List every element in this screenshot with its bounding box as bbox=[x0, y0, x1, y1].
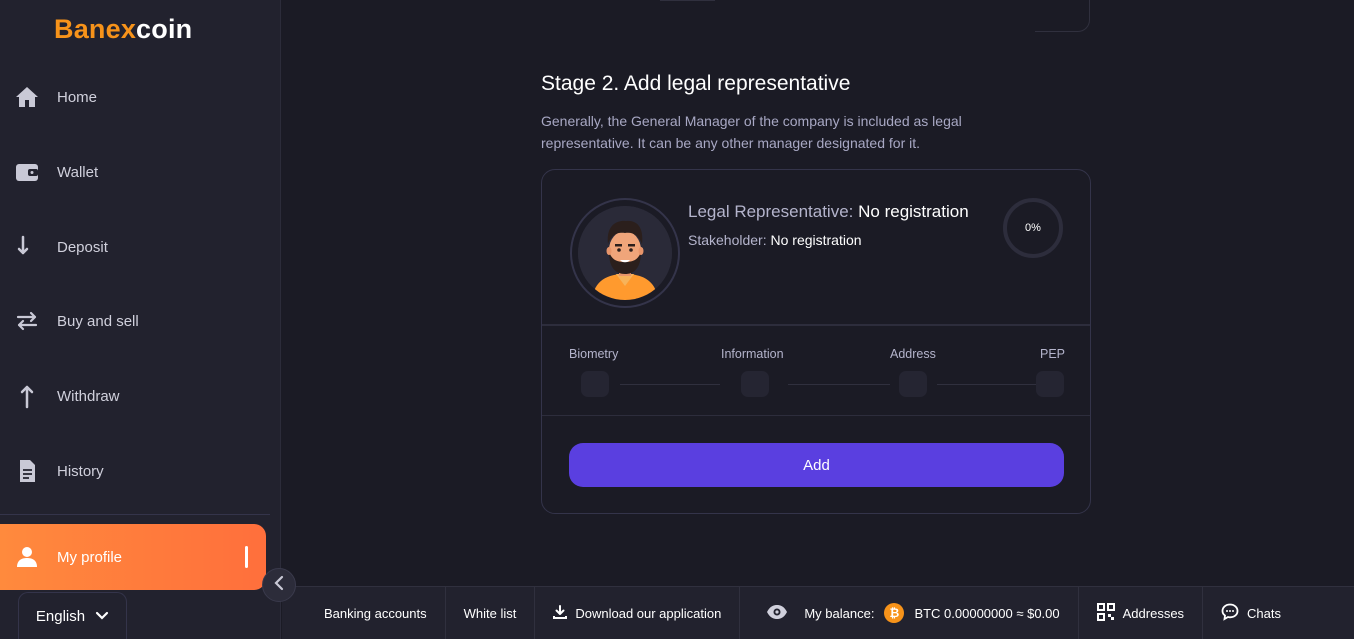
sidebar-item-deposit[interactable]: Deposit bbox=[0, 223, 270, 271]
card-divider bbox=[542, 415, 1090, 416]
language-label: English bbox=[35, 607, 86, 625]
balance-value: BTC 0.00000000 ≈ $0.00 bbox=[914, 605, 1060, 621]
step-label-address: Address bbox=[890, 347, 936, 361]
download-label: Download our application bbox=[575, 605, 722, 621]
step-label-pep: PEP bbox=[1040, 347, 1066, 361]
sidebar-item-label: Deposit bbox=[57, 238, 108, 256]
sidebar-item-label: My profile bbox=[57, 548, 123, 566]
bitcoin-icon: ₿ bbox=[884, 603, 905, 623]
download-app-link[interactable]: Download our application bbox=[535, 586, 741, 639]
sidebar-item-wallet[interactable]: Wallet bbox=[0, 148, 270, 196]
avatar bbox=[578, 206, 672, 300]
step-label-biometry: Biometry bbox=[569, 347, 619, 361]
addresses-label: Addresses bbox=[1122, 605, 1185, 621]
sidebar-divider bbox=[0, 514, 270, 515]
sidebar-item-label: Wallet bbox=[57, 163, 99, 181]
step-connector bbox=[620, 384, 720, 385]
chats-label: Chats bbox=[1247, 605, 1282, 621]
step-indicator-pep bbox=[1036, 371, 1064, 397]
stake-label: Stakeholder: bbox=[688, 232, 767, 248]
sidebar-item-my-profile[interactable]: My profile bbox=[0, 524, 266, 590]
step-indicator-information bbox=[741, 371, 769, 397]
home-icon bbox=[14, 84, 40, 110]
addresses-link[interactable]: Addresses bbox=[1079, 586, 1204, 639]
card-divider bbox=[542, 324, 1090, 326]
sidebar-item-history[interactable]: History bbox=[0, 447, 270, 495]
avatar-illustration bbox=[578, 206, 672, 300]
rep-label: Legal Representative: bbox=[688, 202, 854, 221]
logo[interactable]: Banex coin bbox=[54, 14, 192, 45]
white-list-label: White list bbox=[463, 605, 517, 621]
add-representative-button[interactable]: Add bbox=[569, 443, 1064, 487]
swap-arrows-icon bbox=[14, 308, 40, 334]
step-indicator-address bbox=[899, 371, 927, 397]
sidebar-item-label: Home bbox=[57, 88, 98, 106]
chevron-down-icon bbox=[95, 608, 109, 625]
balance-label: My balance: bbox=[804, 605, 875, 621]
document-icon bbox=[14, 458, 40, 484]
step-connector bbox=[788, 384, 890, 385]
user-icon bbox=[14, 544, 40, 570]
deposit-arrow-icon bbox=[14, 234, 40, 260]
withdraw-arrow-icon bbox=[14, 383, 40, 409]
previous-card-edge bbox=[1035, 0, 1090, 32]
active-indicator bbox=[245, 546, 248, 568]
step-connector bbox=[937, 384, 1037, 385]
step-indicator-biometry bbox=[581, 371, 609, 397]
logo-text-b: coin bbox=[136, 14, 193, 44]
language-selector[interactable]: English bbox=[18, 592, 127, 639]
sidebar-item-label: History bbox=[57, 462, 104, 480]
footer-bar: Banking accounts White list Download our… bbox=[282, 586, 1354, 639]
balance-section: My balance: ₿ BTC 0.00000000 ≈ $0.00 bbox=[740, 586, 1079, 639]
sidebar-collapse-button[interactable] bbox=[262, 568, 296, 602]
sidebar-item-buy-sell[interactable]: Buy and sell bbox=[0, 297, 270, 345]
page-title: Stage 2. Add legal representative bbox=[541, 72, 851, 95]
banking-accounts-link[interactable]: Banking accounts bbox=[282, 586, 446, 639]
legal-representative-status: Legal Representative: No registration bbox=[688, 202, 969, 222]
progress-ring: 0% bbox=[1002, 197, 1064, 259]
qr-code-icon bbox=[1096, 602, 1115, 624]
stake-value: No registration bbox=[770, 232, 862, 248]
chat-bubble-icon bbox=[1221, 603, 1239, 624]
avatar-ring bbox=[570, 198, 680, 308]
legal-representative-card: Legal Representative: No registration St… bbox=[541, 169, 1091, 514]
chats-link[interactable]: Chats bbox=[1203, 587, 1299, 639]
chevron-left-icon bbox=[274, 575, 284, 596]
previous-card-line bbox=[660, 0, 715, 1]
rep-value: No registration bbox=[858, 202, 969, 221]
app-root: Banex coin Home Wallet Deposit Buy and se bbox=[0, 0, 1354, 639]
stage-description: Generally, the General Manager of the co… bbox=[541, 113, 962, 151]
sidebar-item-withdraw[interactable]: Withdraw bbox=[0, 372, 270, 420]
wallet-icon bbox=[14, 159, 40, 185]
eye-icon[interactable] bbox=[766, 604, 788, 623]
sidebar: Banex coin Home Wallet Deposit Buy and se bbox=[0, 0, 281, 639]
logo-text-a: Banex bbox=[54, 14, 137, 44]
step-label-information: Information bbox=[721, 347, 784, 361]
white-list-link[interactable]: White list bbox=[446, 586, 536, 639]
sidebar-item-label: Withdraw bbox=[57, 387, 120, 405]
download-icon bbox=[553, 604, 568, 622]
sidebar-item-home[interactable]: Home bbox=[0, 73, 270, 121]
banking-accounts-label: Banking accounts bbox=[324, 605, 427, 621]
progress-percent: 0% bbox=[1025, 222, 1041, 234]
stakeholder-status: Stakeholder: No registration bbox=[688, 232, 862, 248]
sidebar-item-label: Buy and sell bbox=[57, 312, 139, 330]
